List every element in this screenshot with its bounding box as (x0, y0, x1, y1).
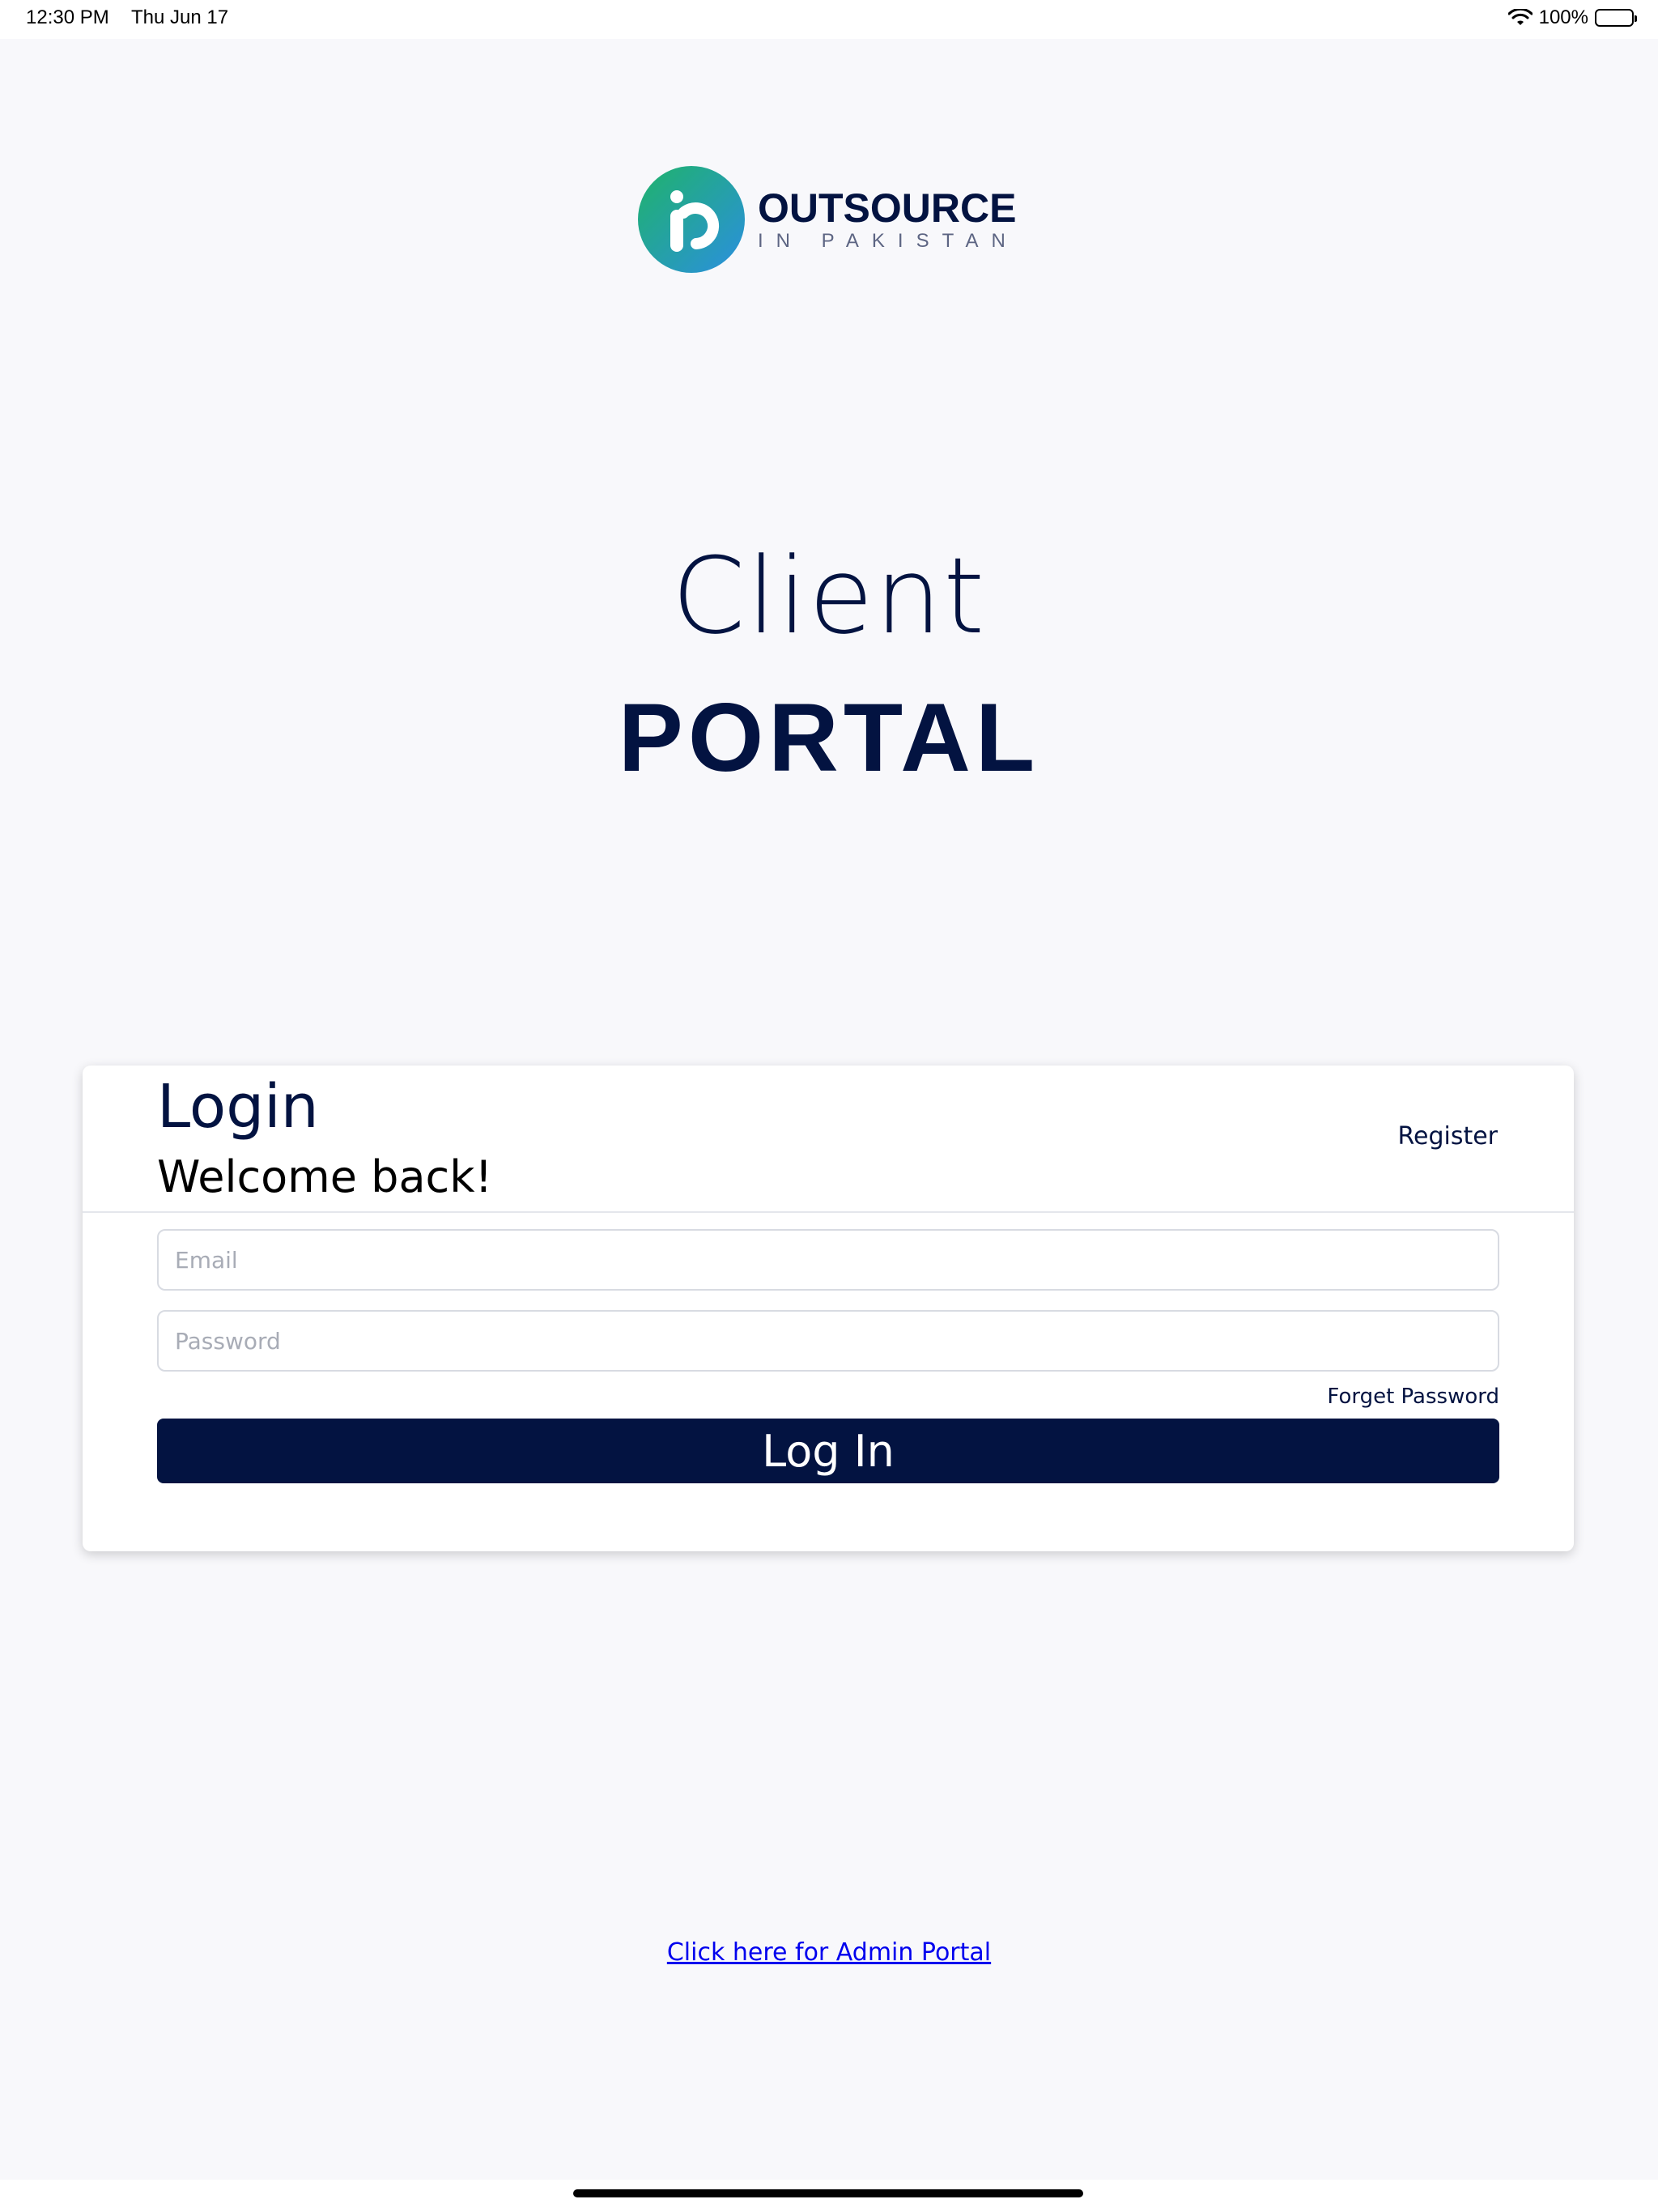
status-bar: 12:30 PM Thu Jun 17 100% (0, 0, 1658, 39)
hero-line-client: Client (671, 534, 987, 657)
admin-portal-link[interactable]: Click here for Admin Portal (667, 1938, 991, 1967)
hero-line-portal: PORTAL (618, 683, 1040, 792)
password-field[interactable] (157, 1310, 1499, 1372)
status-time: 12:30 PM (26, 6, 109, 28)
status-indicators: 100% (1507, 6, 1637, 29)
wifi-icon (1507, 9, 1533, 27)
battery-icon (1595, 9, 1637, 27)
admin-portal-link-row: Click here for Admin Portal (0, 1938, 1658, 1967)
login-card: Login Welcome back! Register Forget Pass… (83, 1066, 1574, 1551)
company-logo: OUTSOURCE IN PAKISTAN (638, 166, 1018, 273)
login-title: Login (157, 1072, 319, 1142)
login-card-header: Login Welcome back! Register (83, 1066, 1574, 1213)
logo-wordmark: OUTSOURCE IN PAKISTAN (758, 188, 1018, 251)
log-in-button[interactable]: Log In (157, 1419, 1499, 1483)
logo-text-top: OUTSOURCE (758, 185, 1017, 231)
battery-percent: 100% (1538, 6, 1588, 28)
login-subtitle: Welcome back! (157, 1151, 493, 1202)
ip-logo-icon (638, 166, 745, 273)
home-indicator[interactable] (573, 2189, 1083, 2197)
register-link[interactable]: Register (1397, 1122, 1498, 1151)
email-field[interactable] (157, 1229, 1499, 1291)
status-date: Thu Jun 17 (131, 6, 229, 28)
forget-password-link[interactable]: Forget Password (1327, 1385, 1499, 1409)
logo-text-bottom: IN PAKISTAN (758, 230, 1018, 252)
